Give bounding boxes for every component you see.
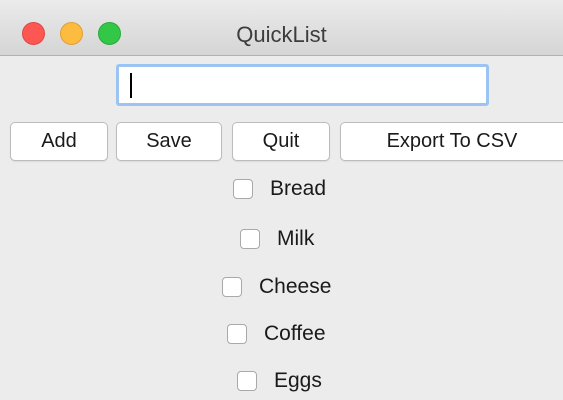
list-item-milk[interactable]: Milk <box>240 224 314 254</box>
item-label: Bread <box>270 177 327 200</box>
text-cursor <box>130 73 132 98</box>
save-button[interactable]: Save <box>116 122 222 161</box>
item-checkbox[interactable] <box>227 324 247 344</box>
item-label: Eggs <box>274 369 322 392</box>
item-label: Coffee <box>264 322 326 345</box>
list-item-cheese[interactable]: Cheese <box>222 272 331 302</box>
item-checkbox[interactable] <box>237 371 257 391</box>
title-bar[interactable]: QuickList <box>0 0 563 56</box>
item-checkbox[interactable] <box>233 179 253 199</box>
item-label: Cheese <box>259 275 332 298</box>
item-input[interactable] <box>116 64 489 106</box>
window-title: QuickList <box>236 22 327 47</box>
list-item-eggs[interactable]: Eggs <box>237 366 322 396</box>
app-window: QuickList Add Save Quit Export To CSV Br… <box>0 0 563 400</box>
item-checkbox[interactable] <box>222 277 242 297</box>
list-item-bread[interactable]: Bread <box>233 174 326 204</box>
item-checkbox[interactable] <box>240 229 260 249</box>
quit-button[interactable]: Quit <box>232 122 330 161</box>
item-label: Milk <box>277 227 315 250</box>
export-csv-button[interactable]: Export To CSV <box>340 122 563 161</box>
add-button[interactable]: Add <box>10 122 108 161</box>
list-item-coffee[interactable]: Coffee <box>227 319 326 349</box>
main-content: Add Save Quit Export To CSV Bread Milk C… <box>0 56 563 400</box>
